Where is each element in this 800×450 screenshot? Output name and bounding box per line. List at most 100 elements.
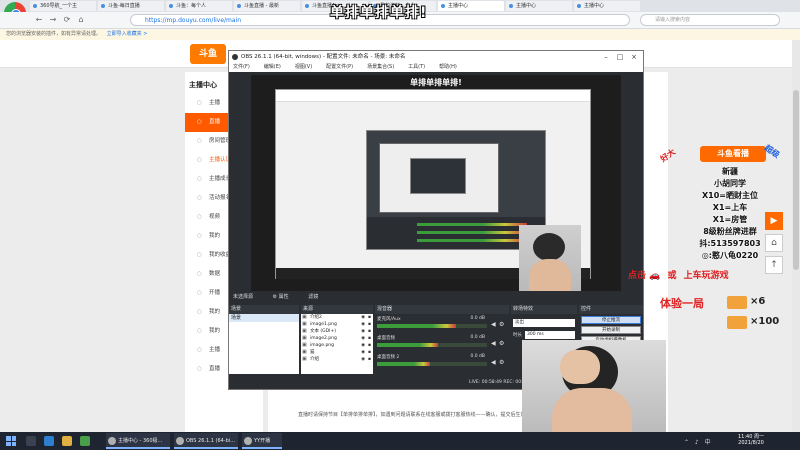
edge-icon[interactable]	[44, 436, 54, 446]
cta-or: 或	[667, 271, 677, 281]
lock-icon[interactable]: ▪	[368, 342, 371, 349]
eye-icon[interactable]: ◉	[361, 321, 365, 328]
browser-tab[interactable]: 斗鱼-每日直播	[98, 1, 164, 11]
system-tray[interactable]: ⌃ ♪ 中	[684, 437, 713, 446]
properties-button[interactable]: ⚙ 属性	[273, 294, 289, 300]
scenes-list: 场景	[229, 314, 299, 374]
info-bar-text: 您的浏览器安装的插件，如有异常请处理。	[6, 31, 102, 37]
gear-icon[interactable]: ⚙	[499, 321, 506, 328]
mixer-track-label: 麦克风/Aux	[377, 317, 401, 322]
taskbar-clock[interactable]: 11:40 周一 2021/8/20	[738, 434, 764, 446]
menu-item-profile[interactable]: 配置文件(P)	[326, 63, 353, 72]
source-item[interactable]: image2.png◉▪	[301, 335, 373, 342]
search-input[interactable]: 请输入搜索内容	[640, 14, 780, 26]
info-line: 新疆	[722, 167, 738, 176]
menu-item-view[interactable]: 视图(V)	[295, 63, 312, 72]
menu-item-help[interactable]: 帮助(H)	[439, 63, 457, 72]
page-scrollbar[interactable]	[792, 40, 800, 432]
source-item[interactable]: 猫◉▪	[301, 349, 373, 356]
lock-icon[interactable]: ▪	[368, 328, 371, 335]
filters-button[interactable]: 滤镜	[308, 294, 318, 300]
home-icon[interactable]: ⌂	[765, 234, 783, 252]
gear-icon[interactable]: ⚙	[499, 340, 506, 347]
source-item[interactable]: 文本 (GDI+)◉▪	[301, 328, 373, 335]
browser-tab[interactable]: 斗鱼直播 - 最新	[234, 1, 300, 11]
obs-preview[interactable]: 单排单排单排!	[251, 75, 621, 299]
eye-icon[interactable]: ◉	[361, 356, 365, 363]
nested-meter	[417, 231, 527, 234]
source-status: 未选择源	[233, 294, 254, 300]
speaker-icon[interactable]: ◀	[491, 359, 498, 366]
page-notice: 直播时请保持节目【单排单排单排】，如遇到问题请联系在线客服或拨打客服热线——确认…	[298, 412, 526, 418]
source-item[interactable]: image1.png◉▪	[301, 321, 373, 328]
play-icon[interactable]: ▶	[765, 212, 783, 230]
preview-webcam	[519, 225, 581, 293]
volume-meter[interactable]	[377, 343, 487, 347]
gift-icon	[727, 316, 747, 329]
eye-icon[interactable]: ◉	[361, 335, 365, 342]
lock-icon[interactable]: ▪	[368, 335, 371, 342]
eye-icon[interactable]: ◉	[361, 314, 365, 321]
menu-item-scene-collection[interactable]: 场景集合(S)	[367, 63, 394, 72]
home-icon[interactable]: ⌂	[76, 15, 86, 25]
info-bar-link[interactable]: 立即导入收藏夹 >	[107, 31, 148, 37]
scrollbar-thumb[interactable]	[793, 90, 799, 270]
douyu-logo[interactable]: 斗鱼	[190, 44, 226, 64]
mixer-db: 0.0 dB	[470, 316, 485, 321]
scene-item[interactable]: 场景	[229, 314, 299, 322]
speaker-icon[interactable]: ◀	[491, 340, 498, 347]
back-icon[interactable]: ←	[34, 15, 44, 25]
eye-icon[interactable]: ◉	[361, 342, 365, 349]
refresh-icon[interactable]: ⟳	[62, 15, 72, 25]
eye-icon[interactable]: ◉	[361, 328, 365, 335]
minimize-icon[interactable]: –	[599, 51, 613, 63]
source-item[interactable]: 介绍◉▪	[301, 356, 373, 363]
eye-icon[interactable]: ◉	[361, 349, 365, 356]
stop-streaming-button[interactable]: 停止推流	[581, 316, 641, 324]
info-bar: 您的浏览器安装的插件，如有异常请处理。 立即导入收藏夹 >	[0, 29, 800, 40]
forward-icon[interactable]: →	[48, 15, 58, 25]
close-icon[interactable]: ×	[627, 51, 641, 63]
clock-date: 2021/8/20	[738, 440, 764, 446]
speaker-icon[interactable]: ◀	[491, 321, 498, 328]
mixer-dock-title: 混音器	[375, 305, 509, 314]
lock-icon[interactable]: ▪	[368, 349, 371, 356]
info-line: 小胡同学	[714, 179, 746, 188]
transition-select[interactable]: 淡出	[513, 319, 575, 327]
maximize-icon[interactable]: □	[613, 51, 627, 63]
info-tag: 好大	[658, 147, 678, 164]
gift-icon	[727, 296, 747, 309]
taskbar-task[interactable]: OBS 26.1.1 (64-bi...	[174, 433, 238, 449]
volume-meter[interactable]	[377, 362, 487, 366]
source-item[interactable]: 介绍2◉▪	[301, 314, 373, 321]
lock-icon[interactable]: ▪	[368, 314, 371, 321]
cta-suffix: 上车玩游戏	[683, 271, 729, 281]
source-item[interactable]: image.png◉▪	[301, 342, 373, 349]
search-icon[interactable]	[26, 436, 36, 446]
taskbar-task[interactable]: 主播中心 - 360极...	[106, 433, 170, 449]
nested-meter	[417, 239, 527, 242]
gear-icon[interactable]: ⚙	[499, 359, 506, 366]
obs-window: OBS 26.1.1 (64-bit, windows) - 配置文件: 未命名…	[228, 50, 644, 390]
lock-icon[interactable]: ▪	[368, 356, 371, 363]
start-recording-button[interactable]: 开始录制	[581, 326, 641, 334]
browser-tab[interactable]: 主播中心	[506, 1, 572, 11]
windows-start-icon[interactable]	[6, 436, 16, 446]
menu-item-edit[interactable]: 编辑(E)	[264, 63, 281, 72]
browser-tab-active[interactable]: 主播中心	[438, 1, 504, 11]
mixer-track: 麦克风/Aux 0.0 dB ◀ ⚙	[377, 316, 507, 336]
volume-meter[interactable]	[377, 324, 487, 328]
obs-title: OBS 26.1.1 (64-bit, windows) - 配置文件: 未命名…	[229, 51, 643, 63]
store-icon[interactable]	[80, 436, 90, 446]
taskbar-task[interactable]: YY开播	[242, 433, 282, 449]
duration-input[interactable]: 300 ms	[525, 331, 575, 339]
menu-item-file[interactable]: 文件(F)	[233, 63, 250, 72]
menu-item-tools[interactable]: 工具(T)	[408, 63, 425, 72]
browser-tab[interactable]: 360导航_一个主	[30, 1, 96, 11]
lock-icon[interactable]: ▪	[368, 321, 371, 328]
arrow-up-icon[interactable]: ↑	[765, 256, 783, 274]
folder-icon[interactable]	[62, 436, 72, 446]
browser-tab[interactable]: 主播中心	[574, 1, 640, 11]
scenes-dock-title: 场景	[229, 305, 299, 314]
browser-tab[interactable]: 斗鱼：每个人	[166, 1, 232, 11]
